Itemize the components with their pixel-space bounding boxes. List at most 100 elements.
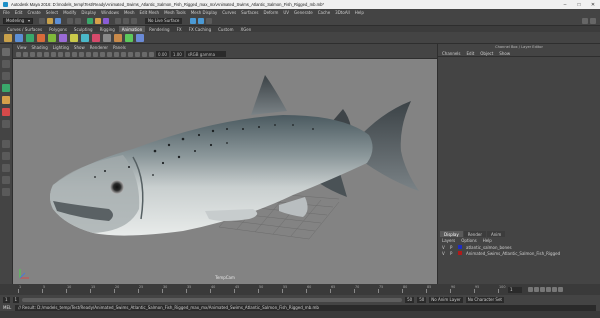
help-icon[interactable] bbox=[590, 17, 596, 24]
channel-box-menu-object[interactable]: Object bbox=[480, 51, 493, 56]
color-space-dropdown[interactable]: sRGB gamma bbox=[185, 51, 226, 57]
shelf-tool-icon[interactable] bbox=[59, 33, 67, 42]
menu-mesh-tools[interactable]: Mesh Tools bbox=[164, 10, 186, 15]
layer-tab-render[interactable]: Render bbox=[463, 231, 486, 237]
live-surface-field[interactable]: No Live Surface bbox=[145, 17, 183, 24]
shelf-tool-icon[interactable] bbox=[37, 33, 45, 42]
minimize-button[interactable]: – bbox=[558, 0, 572, 9]
isolate-select-icon[interactable] bbox=[135, 51, 140, 57]
scale-tool-icon[interactable] bbox=[2, 108, 10, 116]
four-view-layout-icon[interactable] bbox=[2, 152, 10, 160]
user-icon[interactable] bbox=[582, 17, 588, 24]
layer-color-swatch[interactable] bbox=[458, 245, 462, 249]
layer-playback-toggle[interactable]: P bbox=[450, 245, 454, 250]
step-back-icon[interactable] bbox=[534, 287, 539, 292]
rotate-tool-icon[interactable] bbox=[2, 96, 10, 104]
menu-file[interactable]: File bbox=[3, 10, 10, 15]
layer-menu-options[interactable]: Options bbox=[461, 238, 476, 243]
gamma-field[interactable]: 1.00 bbox=[170, 51, 184, 57]
shelf-tool-icon[interactable] bbox=[70, 33, 78, 42]
shelf-tool-icon[interactable] bbox=[48, 33, 56, 42]
shadows-icon[interactable] bbox=[100, 51, 105, 57]
playback-end-field[interactable]: 50 bbox=[405, 296, 415, 303]
menu-create[interactable]: Create bbox=[27, 10, 40, 15]
step-forward-icon[interactable] bbox=[552, 287, 557, 292]
shelf-tool-icon[interactable] bbox=[114, 33, 122, 42]
outliner-icon[interactable] bbox=[2, 188, 10, 196]
film-gate-icon[interactable] bbox=[51, 51, 56, 57]
anti-alias-icon[interactable] bbox=[121, 51, 126, 57]
menu-help[interactable]: Help bbox=[355, 10, 364, 15]
lasso-tool-icon[interactable] bbox=[2, 60, 10, 68]
persp-outliner-layout-icon[interactable] bbox=[2, 164, 10, 172]
new-scene-icon[interactable] bbox=[39, 17, 45, 24]
viewport-menu-lighting[interactable]: Lighting bbox=[53, 45, 69, 50]
wireframe-icon[interactable] bbox=[72, 51, 77, 57]
snap-point-icon[interactable] bbox=[131, 17, 137, 24]
perspective-viewport[interactable]: TempCam bbox=[13, 59, 437, 284]
go-to-start-icon[interactable] bbox=[528, 287, 533, 292]
viewport-menu-panels[interactable]: Panels bbox=[113, 45, 126, 50]
viewport-menu-shading[interactable]: Shading bbox=[32, 45, 48, 50]
layer-color-swatch[interactable] bbox=[458, 251, 462, 255]
menu-deform[interactable]: Deform bbox=[263, 10, 278, 15]
render-settings-icon[interactable] bbox=[206, 17, 213, 24]
select-component-icon[interactable] bbox=[103, 17, 109, 24]
current-frame-field[interactable]: 1 bbox=[508, 286, 522, 293]
menu-mesh[interactable]: Mesh bbox=[124, 10, 135, 15]
menu-generate[interactable]: Generate bbox=[294, 10, 313, 15]
menu-mesh-display[interactable]: Mesh Display bbox=[191, 10, 218, 15]
undo-icon[interactable] bbox=[67, 17, 73, 24]
shelf-tool-icon[interactable] bbox=[4, 33, 12, 42]
snap-curve-icon[interactable] bbox=[123, 17, 129, 24]
motion-blur-icon[interactable] bbox=[114, 51, 119, 57]
shelf-tool-icon[interactable] bbox=[81, 33, 89, 42]
snap-grid-icon[interactable] bbox=[115, 17, 121, 24]
ipr-render-icon[interactable] bbox=[198, 17, 205, 24]
menu-uv[interactable]: UV bbox=[283, 10, 289, 15]
layer-menu-help[interactable]: Help bbox=[483, 238, 492, 243]
menu-set-dropdown[interactable]: Modeling ▾ bbox=[3, 17, 33, 24]
play-forward-icon[interactable] bbox=[546, 287, 551, 292]
maximize-button[interactable]: □ bbox=[572, 0, 586, 9]
layer-visibility-toggle[interactable]: V bbox=[442, 251, 446, 256]
character-set-dropdown[interactable]: No Character Set bbox=[465, 296, 505, 303]
bookmark-icon[interactable] bbox=[30, 51, 35, 57]
end-time-field[interactable]: 50 bbox=[417, 296, 427, 303]
depth-of-field-icon[interactable] bbox=[128, 51, 133, 57]
channel-box-menu-edit[interactable]: Edit bbox=[467, 51, 475, 56]
playback-start-field[interactable]: 1 bbox=[12, 296, 20, 303]
lights-icon[interactable] bbox=[93, 51, 98, 57]
image-plane-icon[interactable] bbox=[37, 51, 42, 57]
grid-icon[interactable] bbox=[44, 51, 49, 57]
textured-icon[interactable] bbox=[86, 51, 91, 57]
channel-box-menu-show[interactable]: Show bbox=[499, 51, 510, 56]
layer-row[interactable]: V P Animated_Swims_Atlantic_Salmon_Fish_Ri… bbox=[438, 250, 600, 256]
go-to-end-icon[interactable] bbox=[558, 287, 563, 292]
save-scene-icon[interactable] bbox=[55, 17, 61, 24]
open-scene-icon[interactable] bbox=[47, 17, 53, 24]
layer-tab-display[interactable]: Display bbox=[440, 231, 463, 237]
play-back-icon[interactable] bbox=[540, 287, 545, 292]
select-object-icon[interactable] bbox=[95, 17, 101, 24]
move-tool-icon[interactable] bbox=[2, 84, 10, 92]
shelf-tool-icon[interactable] bbox=[26, 33, 34, 42]
single-perspective-layout-icon[interactable] bbox=[2, 140, 10, 148]
viewport-menu-show[interactable]: Show bbox=[74, 45, 85, 50]
layer-tab-anim[interactable]: Anim bbox=[487, 231, 506, 237]
time-slider-ticks[interactable]: 1 5 10 15 20 25 30 35 40 45 50 55 60 65 70 75 80 85 90 95 10… bbox=[14, 285, 505, 294]
mel-label[interactable]: MEL bbox=[3, 305, 11, 310]
viewport-menu-renderer[interactable]: Renderer bbox=[90, 45, 108, 50]
shelf-tool-icon[interactable] bbox=[15, 33, 23, 42]
xray-joints-icon[interactable] bbox=[149, 51, 154, 57]
last-tool-icon[interactable] bbox=[2, 120, 10, 128]
exposure-field[interactable]: 0.00 bbox=[156, 51, 169, 57]
menu-edit[interactable]: Edit bbox=[15, 10, 23, 15]
persp-graph-layout-icon[interactable] bbox=[2, 176, 10, 184]
layer-menu-layers[interactable]: Layers bbox=[442, 238, 455, 243]
ambient-occlusion-icon[interactable] bbox=[107, 51, 112, 57]
paint-select-tool-icon[interactable] bbox=[2, 72, 10, 80]
start-time-field[interactable]: 1 bbox=[3, 296, 10, 303]
shelf-tool-icon[interactable] bbox=[125, 33, 133, 42]
menu-select[interactable]: Select bbox=[46, 10, 58, 15]
